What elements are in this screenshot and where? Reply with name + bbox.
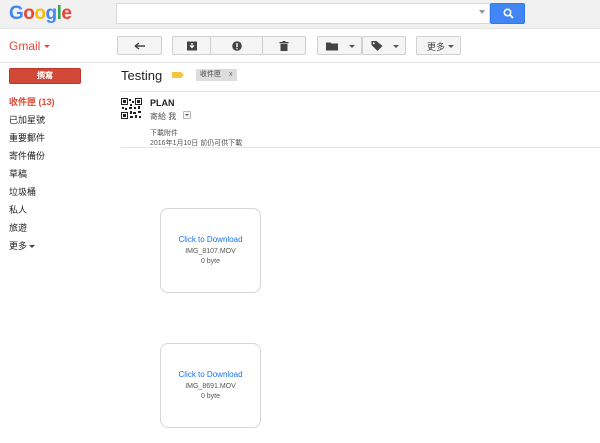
logo-letter: o bbox=[23, 3, 35, 24]
label-icon bbox=[371, 40, 383, 51]
logo-letter: g bbox=[45, 3, 58, 24]
show-details-button[interactable] bbox=[183, 111, 191, 119]
search-input[interactable] bbox=[116, 3, 490, 24]
thread-subject: Testing bbox=[121, 68, 163, 83]
chevron-down-icon bbox=[44, 45, 51, 49]
attachment-card: Click to Download IMG_8691.MOV 0 byte bbox=[160, 343, 261, 428]
more-actions-button[interactable]: 更多 bbox=[416, 36, 461, 55]
download-link[interactable]: Click to Download bbox=[161, 370, 260, 379]
chevron-down-icon bbox=[29, 245, 36, 249]
top-header: Google bbox=[0, 0, 600, 28]
report-spam-icon bbox=[231, 40, 242, 51]
sidebar-item-inbox[interactable]: 收件匣 (13) bbox=[9, 95, 55, 108]
attachment-size: 0 byte bbox=[200, 258, 221, 265]
sidebar-item-important[interactable]: 重要郵件 bbox=[9, 131, 45, 144]
attachment-filename: IMG_8107.MOV bbox=[185, 248, 236, 255]
toolbar-divider bbox=[0, 62, 600, 63]
report-spam-button[interactable] bbox=[210, 36, 263, 55]
recipient-line: 寄給 我 bbox=[150, 112, 177, 121]
google-logo[interactable]: Google bbox=[9, 3, 72, 25]
sidebar-more[interactable]: 更多 bbox=[9, 239, 36, 252]
remove-label-button[interactable]: x bbox=[229, 71, 233, 78]
download-link[interactable]: Click to Download bbox=[161, 235, 260, 244]
sidebar-item-personal[interactable]: 私人 bbox=[9, 203, 27, 216]
labels-button[interactable] bbox=[362, 36, 406, 55]
more-actions-label: 更多 bbox=[427, 42, 446, 52]
folder-icon bbox=[326, 42, 338, 50]
chevron-down-icon bbox=[349, 45, 355, 48]
attachment-card: Click to Download IMG_8107.MOV 0 byte bbox=[160, 208, 261, 293]
reply-icon bbox=[134, 41, 145, 50]
chevron-down-icon bbox=[393, 45, 399, 48]
label-chip-text: 收件匣 bbox=[200, 71, 221, 78]
gmail-app-menu[interactable]: Gmail bbox=[9, 39, 51, 53]
sidebar-item-sent[interactable]: 寄件備份 bbox=[9, 149, 45, 162]
logo-letter: e bbox=[61, 3, 72, 24]
archive-icon bbox=[186, 41, 197, 50]
chevron-down-icon bbox=[448, 45, 454, 48]
delete-button[interactable] bbox=[262, 36, 306, 55]
label-chip-inbox: 收件匣 x bbox=[196, 69, 237, 81]
search-icon bbox=[503, 8, 514, 19]
sender-name[interactable]: PLAN bbox=[150, 98, 175, 108]
move-to-button[interactable] bbox=[317, 36, 362, 55]
back-to-inbox-button[interactable] bbox=[117, 36, 162, 55]
search-options-caret-icon[interactable] bbox=[479, 10, 485, 14]
sender-avatar[interactable] bbox=[121, 98, 142, 119]
archive-button[interactable] bbox=[172, 36, 211, 55]
attachment-heading: 下載附件 bbox=[150, 130, 178, 137]
gmail-label-text: Gmail bbox=[9, 39, 41, 53]
logo-letter: G bbox=[9, 3, 24, 24]
sidebar-more-label: 更多 bbox=[9, 241, 28, 251]
thread-divider bbox=[121, 91, 600, 92]
attachment-size: 0 byte bbox=[200, 393, 221, 400]
search-button[interactable] bbox=[490, 3, 525, 24]
trash-icon bbox=[279, 40, 289, 51]
attachment-filename: IMG_8691.MOV bbox=[185, 383, 236, 390]
sidebar-item-drafts[interactable]: 草稿 bbox=[9, 167, 27, 180]
header-divider bbox=[0, 28, 600, 29]
sidebar-item-starred[interactable]: 已加星號 bbox=[9, 113, 45, 126]
logo-letter: o bbox=[34, 3, 46, 24]
sidebar-item-trash[interactable]: 垃圾桶 bbox=[9, 185, 36, 198]
sidebar-item-travel[interactable]: 旅遊 bbox=[9, 221, 27, 234]
compose-button[interactable]: 撰寫 bbox=[9, 68, 81, 84]
importance-marker-icon[interactable] bbox=[172, 72, 184, 78]
message-divider bbox=[121, 147, 600, 148]
